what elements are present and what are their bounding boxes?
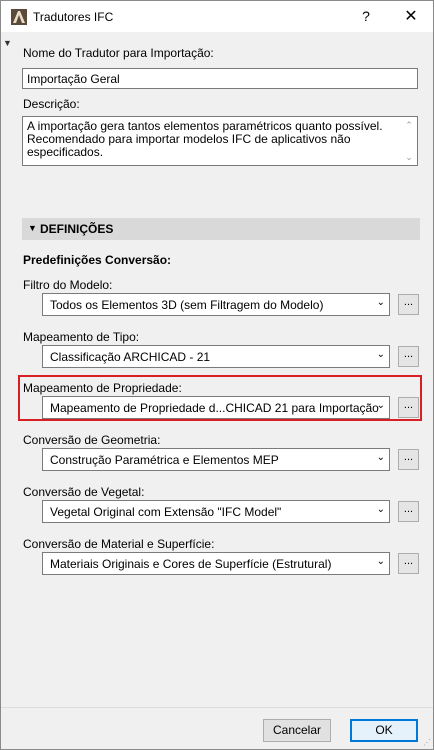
title-bar: Tradutores IFC ? ✕: [1, 1, 433, 32]
presets-heading: Predefinições Conversão:: [23, 253, 172, 267]
chevron-down-icon: ⌄: [376, 297, 385, 308]
vegetation-conversion-label: Conversão de Vegetal:: [23, 485, 145, 499]
description-label: Descrição:: [23, 97, 80, 111]
type-mapping-label: Mapeamento de Tipo:: [23, 330, 140, 344]
material-conversion-value: Materiais Originais e Cores de Superfíci…: [50, 557, 332, 571]
geometry-conversion-options-button[interactable]: ...: [398, 449, 419, 470]
property-mapping-value: Mapeamento de Propriedade d...CHICAD 21 …: [50, 401, 379, 415]
chevron-down-icon: ⌄: [376, 452, 385, 463]
material-conversion-select[interactable]: Materiais Originais e Cores de Superfíci…: [42, 552, 390, 575]
ok-button[interactable]: OK: [350, 719, 418, 742]
material-conversion-label: Conversão de Material e Superfície:: [23, 537, 215, 551]
help-button[interactable]: ?: [350, 1, 382, 32]
app-icon: [11, 9, 27, 25]
property-mapping-select[interactable]: Mapeamento de Propriedade d...CHICAD 21 …: [42, 396, 390, 419]
description-text: A importação gera tantos elementos param…: [27, 119, 383, 159]
close-button[interactable]: ✕: [395, 1, 427, 32]
model-filter-label: Filtro do Modelo:: [23, 278, 113, 292]
chevron-down-icon: ⌄: [376, 556, 385, 567]
type-mapping-select[interactable]: Classificação ARCHICAD - 21 ⌄: [42, 345, 390, 368]
scroll-down-icon[interactable]: ⌄: [403, 151, 415, 163]
model-filter-options-button[interactable]: ...: [398, 294, 419, 315]
geometry-conversion-label: Conversão de Geometria:: [23, 433, 161, 447]
property-mapping-options-button[interactable]: ...: [398, 397, 419, 418]
model-filter-select[interactable]: Todos os Elementos 3D (sem Filtragem do …: [42, 293, 390, 316]
scroll-up-icon[interactable]: ⌃: [403, 119, 415, 131]
name-label: Nome do Tradutor para Importação:: [23, 46, 214, 60]
type-mapping-value: Classificação ARCHICAD - 21: [50, 350, 211, 364]
expand-triangle-icon: ▼: [28, 223, 37, 233]
material-conversion-options-button[interactable]: ...: [398, 553, 419, 574]
collapse-arrow-icon[interactable]: ▼: [3, 38, 12, 48]
footer-divider: [1, 707, 433, 708]
window-title: Tradutores IFC: [33, 10, 114, 24]
geometry-conversion-value: Construção Paramétrica e Elementos MEP: [50, 453, 279, 467]
definitions-section-header[interactable]: ▼ DEFINIÇÕES: [22, 218, 420, 240]
resize-grip-icon[interactable]: ⋰: [423, 738, 431, 747]
description-textarea[interactable]: A importação gera tantos elementos param…: [22, 116, 418, 166]
vegetation-conversion-value: Vegetal Original com Extensão "IFC Model…: [50, 505, 282, 519]
type-mapping-options-button[interactable]: ...: [398, 346, 419, 367]
model-filter-value: Todos os Elementos 3D (sem Filtragem do …: [50, 298, 324, 312]
translator-name-input[interactable]: Importação Geral: [22, 68, 418, 89]
section-title: DEFINIÇÕES: [40, 222, 114, 236]
cancel-button[interactable]: Cancelar: [263, 719, 331, 742]
chevron-down-icon: ⌄: [376, 349, 385, 360]
chevron-down-icon: ⌄: [376, 400, 385, 411]
property-mapping-label: Mapeamento de Propriedade:: [23, 381, 182, 395]
vegetation-conversion-select[interactable]: Vegetal Original com Extensão "IFC Model…: [42, 500, 390, 523]
geometry-conversion-select[interactable]: Construção Paramétrica e Elementos MEP ⌄: [42, 448, 390, 471]
vegetation-conversion-options-button[interactable]: ...: [398, 501, 419, 522]
dialog-window: Tradutores IFC ? ✕ ▼ Nome do Tradutor pa…: [0, 0, 434, 750]
chevron-down-icon: ⌄: [376, 504, 385, 515]
